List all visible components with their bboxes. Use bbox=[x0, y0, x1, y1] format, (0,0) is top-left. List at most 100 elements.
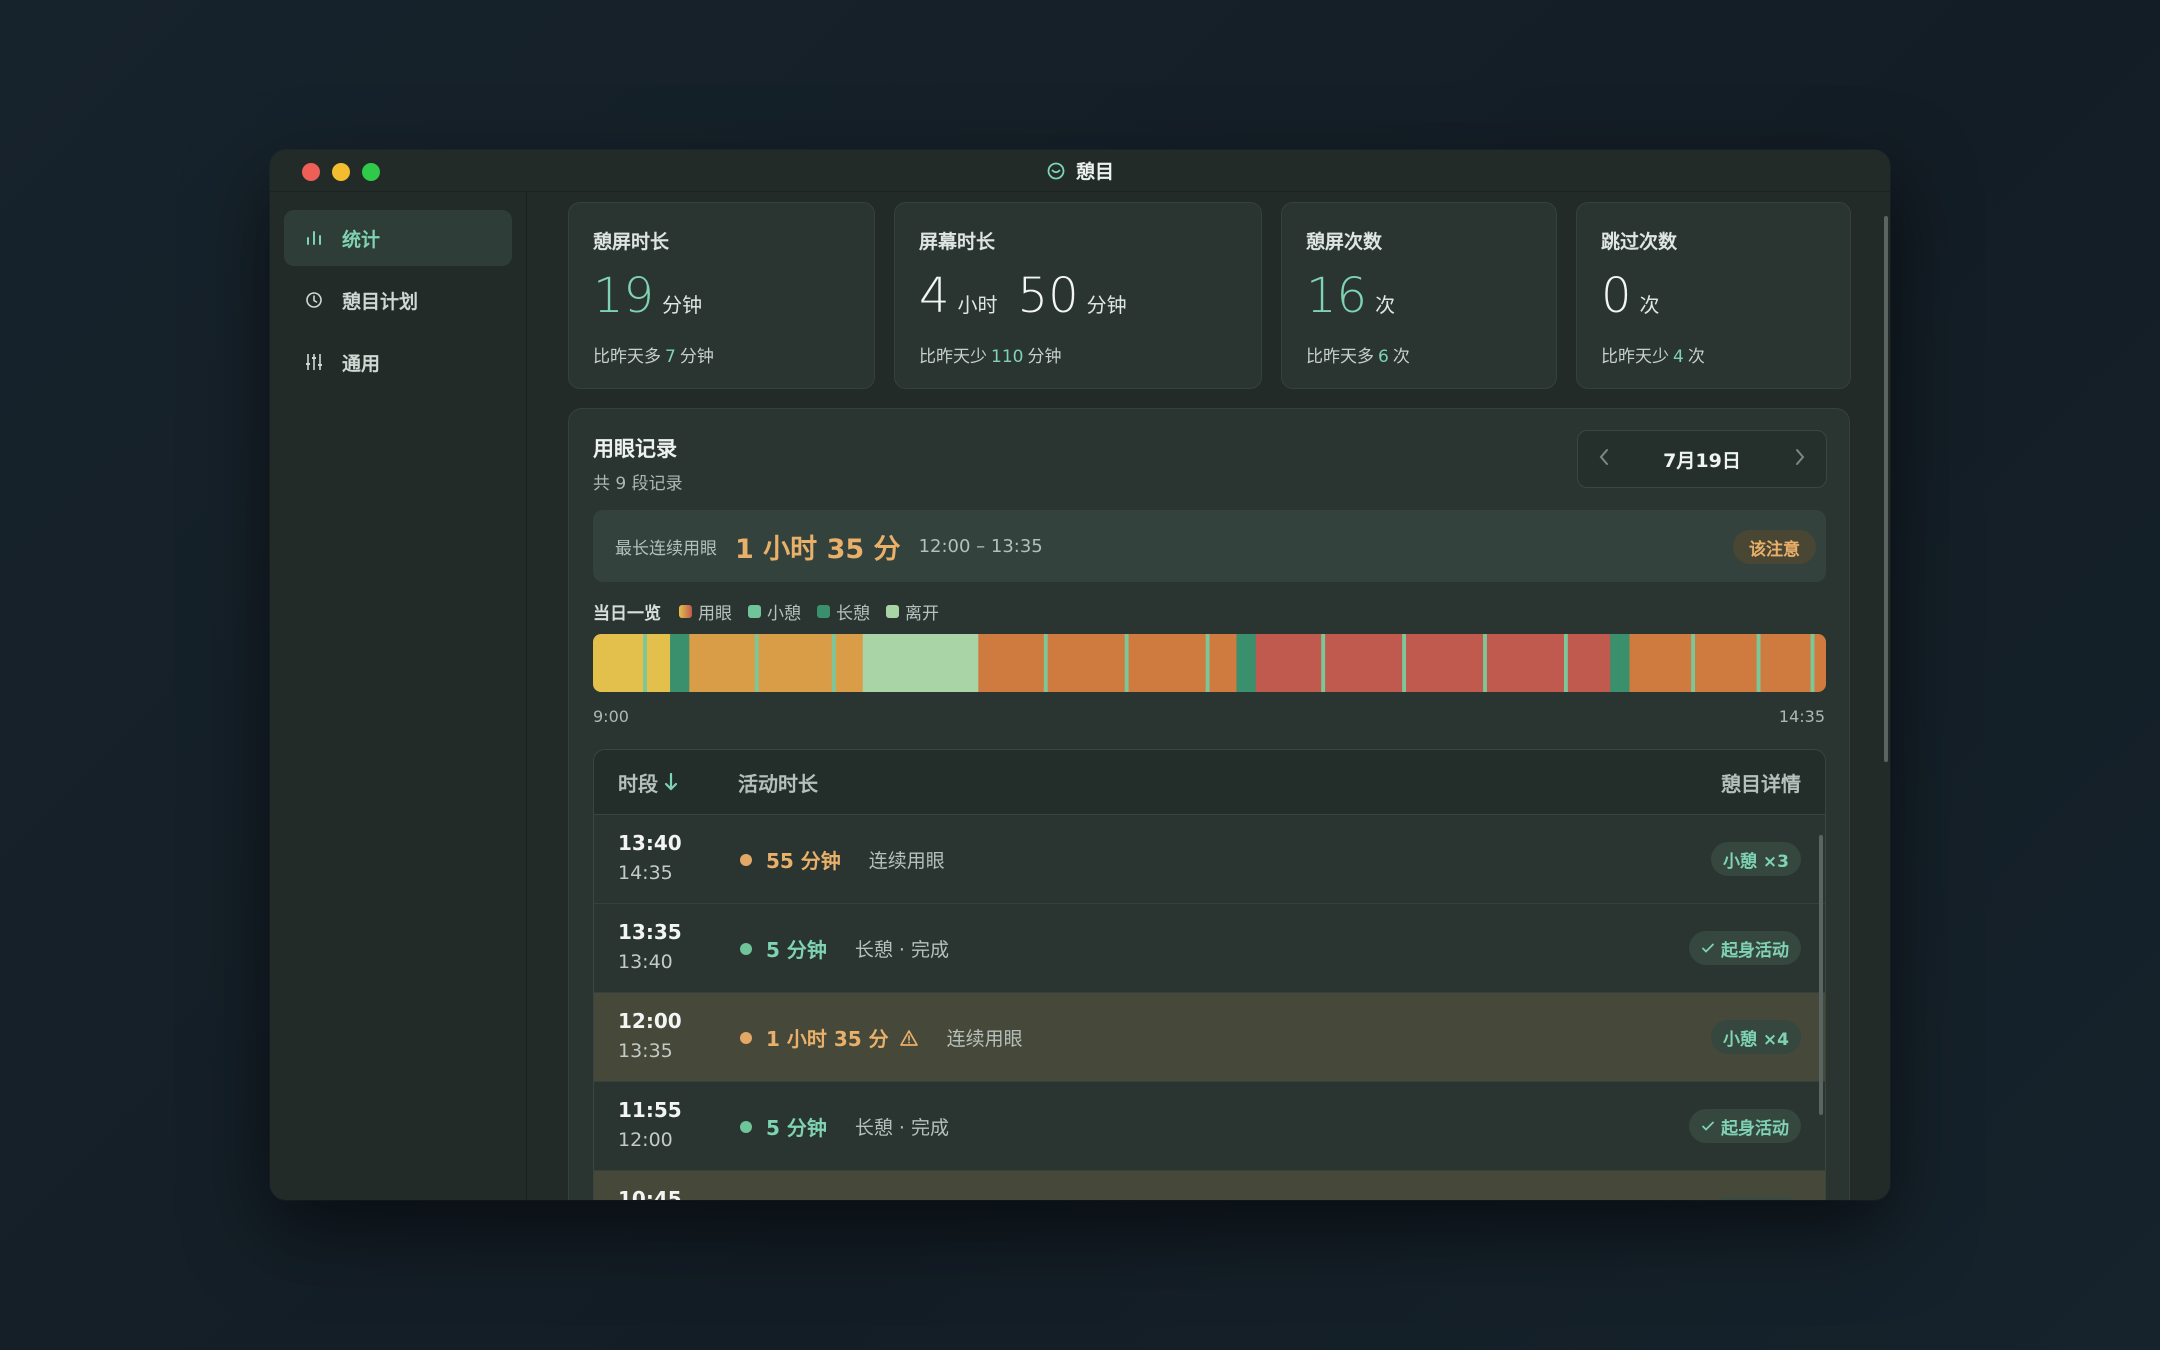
comparison-unit: 分钟 bbox=[679, 347, 714, 367]
main-content: 憩屏时长 19 分钟 比昨天多 7 分钟 屏幕时长 4 小时 50 分钟 比昨天… bbox=[528, 192, 1890, 1200]
sidebar-item-plan[interactable]: 憩目计划 bbox=[284, 272, 512, 328]
sidebar-item-general[interactable]: 通用 bbox=[284, 334, 512, 390]
stat-comparison: 比昨天少 4 次 bbox=[1601, 342, 1826, 367]
comparison-prefix: 比昨天多 bbox=[1306, 347, 1374, 367]
alert-time-range: 12:00 – 13:35 bbox=[918, 535, 1043, 557]
detail-badge: 起身活动 bbox=[1689, 1109, 1801, 1143]
stat-number: 0 bbox=[1601, 268, 1632, 324]
stat-comparison: 比昨天多 7 分钟 bbox=[593, 342, 850, 367]
detail-badge: 起身活动 bbox=[1689, 931, 1801, 965]
panel-title: 用眼记录 bbox=[593, 437, 677, 461]
row-duration: 1 小时 35 分 连续用眼 bbox=[766, 1023, 1023, 1052]
app-logo-icon bbox=[1047, 162, 1065, 179]
legend-label: 小憩 bbox=[767, 604, 801, 624]
current-date[interactable]: 7月19日 bbox=[1663, 446, 1741, 473]
warning-triangle-icon bbox=[899, 1029, 918, 1046]
zoom-window-button[interactable] bbox=[362, 163, 380, 181]
duration-text: 55 分钟 bbox=[766, 849, 841, 873]
comparison-value: 4 bbox=[1673, 347, 1684, 367]
comparison-prefix: 比昨天少 bbox=[1601, 347, 1669, 367]
timeline-segment-use bbox=[1567, 634, 1611, 692]
status-dot bbox=[740, 854, 752, 866]
row-end-time: 12:00 bbox=[618, 1129, 673, 1151]
comparison-unit: 次 bbox=[1392, 347, 1410, 367]
sort-by-time-header[interactable]: 时段 bbox=[618, 768, 678, 797]
stat-comparison: 比昨天少 110 分钟 bbox=[919, 342, 1237, 367]
row-end-time: 13:40 bbox=[618, 951, 673, 973]
comparison-prefix: 比昨天少 bbox=[919, 347, 987, 367]
legend-item-long-rest: 长憩 bbox=[817, 599, 870, 624]
app-window: 憩目 统计 憩目计划 通用 憩屏时长 19 分钟 比昨天多 7 分钟 屏幕时长 … bbox=[270, 150, 1890, 1200]
legend-item-short-rest: 小憩 bbox=[748, 599, 801, 624]
legend-swatch bbox=[748, 605, 761, 618]
legend-title: 当日一览 bbox=[593, 604, 661, 624]
date-picker: 7月19日 bbox=[1577, 430, 1827, 488]
stat-value: 4 小时 50 分钟 bbox=[919, 272, 1237, 328]
column-header-label: 时段 bbox=[618, 771, 658, 796]
minimize-window-button[interactable] bbox=[332, 163, 350, 181]
main-scrollbar[interactable] bbox=[1884, 216, 1888, 762]
table-row[interactable]: 10:45 bbox=[594, 1171, 1825, 1200]
timeline-segment-use bbox=[593, 634, 644, 692]
table-row[interactable]: 12:00 13:35 1 小时 35 分 连续用眼 小憩 ×4 bbox=[594, 993, 1825, 1082]
timeline-segment-use bbox=[1694, 634, 1758, 692]
records-table: 时段 活动时长 憩目详情 13:40 14:35 55 分钟 连续用眼 小憩 ×… bbox=[593, 749, 1826, 1200]
close-window-button[interactable] bbox=[302, 163, 320, 181]
stat-unit-minutes: 分钟 bbox=[1086, 293, 1127, 317]
detail-badge: 小憩 ×4 bbox=[1711, 1020, 1801, 1054]
stat-card-rest-count: 憩屏次数 16 次 比昨天多 6 次 bbox=[1281, 202, 1557, 389]
timeline-segment-use bbox=[835, 634, 864, 692]
timeline-segment-short bbox=[1321, 634, 1326, 692]
timeline-segment-short bbox=[1402, 634, 1407, 692]
bar-chart-icon bbox=[304, 228, 324, 248]
timeline-segment-short bbox=[1205, 634, 1210, 692]
stat-unit: 次 bbox=[1375, 293, 1396, 317]
stat-unit: 分钟 bbox=[662, 293, 703, 317]
stat-label: 屏幕时长 bbox=[919, 231, 996, 253]
timeline-segment-short bbox=[1124, 634, 1130, 692]
row-start-time: 12:00 bbox=[618, 1009, 682, 1033]
stat-label: 憩屏次数 bbox=[1306, 231, 1383, 253]
column-header-detail: 憩目详情 bbox=[1721, 771, 1801, 796]
sliders-icon bbox=[304, 352, 324, 372]
timeline-segment-use bbox=[1760, 634, 1812, 692]
timeline-segment-use bbox=[1325, 634, 1403, 692]
duration-text: 5 分钟 bbox=[766, 938, 827, 962]
comparison-unit: 分钟 bbox=[1027, 347, 1062, 367]
timeline-segment-short bbox=[754, 634, 760, 692]
timeline-end-label: 14:35 bbox=[1778, 707, 1825, 726]
stat-value: 19 分钟 bbox=[593, 272, 850, 328]
comparison-value: 110 bbox=[991, 347, 1024, 367]
sort-down-arrow-icon bbox=[664, 772, 678, 791]
legend-swatch bbox=[886, 605, 899, 618]
legend-label: 用眼 bbox=[698, 604, 732, 624]
timeline-segment-short bbox=[831, 634, 837, 692]
row-end-time: 13:35 bbox=[618, 1040, 673, 1062]
sidebar-item-label: 通用 bbox=[342, 352, 381, 375]
stat-label: 憩屏时长 bbox=[593, 231, 670, 253]
timeline-segment-use bbox=[1209, 634, 1237, 692]
prev-day-button[interactable] bbox=[1598, 447, 1610, 472]
column-header-activity: 活动时长 bbox=[738, 771, 818, 796]
timeline-segment-use bbox=[1629, 634, 1692, 692]
title-bar: 憩目 bbox=[270, 150, 1890, 192]
table-scrollbar[interactable] bbox=[1819, 835, 1823, 1115]
stat-label: 跳过次数 bbox=[1601, 231, 1678, 253]
record-count: 共 9 段记录 bbox=[593, 474, 683, 494]
row-duration: 5 分钟 长憩 · 完成 bbox=[766, 1112, 949, 1141]
sidebar: 统计 憩目计划 通用 bbox=[270, 192, 527, 1200]
table-row[interactable]: 13:35 13:40 5 分钟 长憩 · 完成 起身活动 bbox=[594, 904, 1825, 993]
row-description: 长憩 · 完成 bbox=[854, 939, 950, 961]
window-title: 憩目 bbox=[1046, 157, 1114, 184]
sidebar-item-stats[interactable]: 统计 bbox=[284, 210, 512, 266]
table-row[interactable]: 11:55 12:00 5 分钟 长憩 · 完成 起身活动 bbox=[594, 1082, 1825, 1171]
table-row[interactable]: 13:40 14:35 55 分钟 连续用眼 小憩 ×3 bbox=[594, 815, 1825, 904]
stat-unit: 次 bbox=[1639, 293, 1660, 317]
row-description: 长憩 · 完成 bbox=[854, 1117, 950, 1139]
longest-session-alert: 最长连续用眼 1 小时 35 分 12:00 – 13:35 该注意 bbox=[593, 510, 1826, 582]
detail-badge: 小憩 ×3 bbox=[1711, 842, 1801, 876]
next-day-button[interactable] bbox=[1794, 447, 1806, 472]
clock-icon bbox=[304, 290, 324, 310]
comparison-value: 6 bbox=[1378, 347, 1389, 367]
window-title-text: 憩目 bbox=[1075, 161, 1114, 183]
